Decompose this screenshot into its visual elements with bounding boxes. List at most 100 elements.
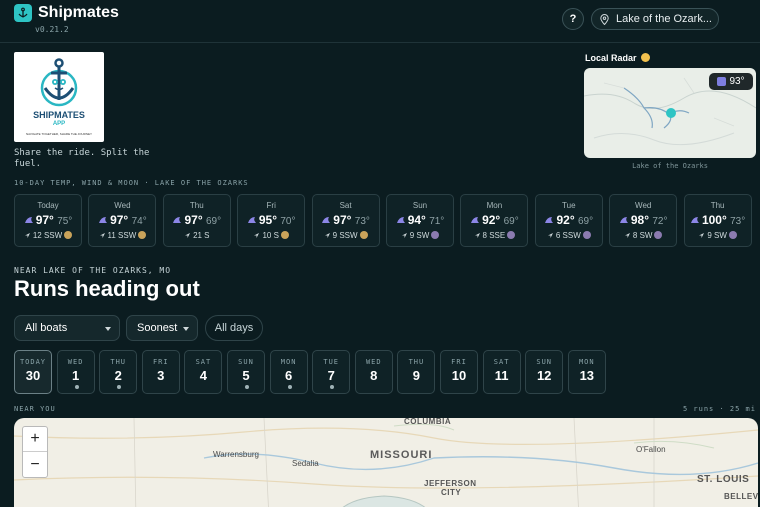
forecast-low: 75° [57, 216, 73, 227]
near-you-label: NEAR YOU [14, 405, 56, 413]
forecast-temps: 92° 69° [536, 213, 602, 227]
moon-phase-icon [431, 231, 440, 239]
runs-heading: Runs heading out [14, 276, 200, 301]
forecast-low: 69° [503, 216, 519, 227]
forecast-day-card[interactable]: Thu 100° 73° 9 SW [683, 194, 752, 247]
forecast-day-card[interactable]: Thu 97° 69° 21 S [162, 194, 231, 247]
date-chip[interactable]: TODAY 30 [14, 350, 52, 394]
wind-direction-icon [624, 232, 631, 239]
date-chip[interactable]: SAT 4 [184, 350, 223, 394]
date-chip[interactable]: SAT 11 [482, 350, 521, 394]
forecast-day-card[interactable]: Fri 95° 70° 10 S [237, 194, 306, 247]
map-label-columbia: COLUMBIA [404, 418, 452, 426]
date-chip[interactable]: WED 8 [354, 350, 393, 394]
date-chip[interactable]: FRI 3 [141, 350, 180, 394]
date-number: 10 [451, 368, 467, 383]
radar-caption: Lake of the Ozarks [632, 162, 708, 170]
date-number: 6 [284, 368, 293, 383]
forecast-low: 70° [280, 216, 296, 227]
weather-icon [396, 214, 406, 224]
date-number: 2 [114, 368, 122, 383]
date-number: 4 [199, 368, 207, 383]
forecast-low: 69° [205, 216, 222, 227]
weather-icon [544, 214, 554, 224]
runs-summary: 5 runs · 25 mi [682, 405, 756, 413]
brand-logo-subtext: APP [52, 121, 66, 127]
map-label-sedalia: Sedalia [292, 459, 319, 468]
forecast-low: 73° [354, 216, 370, 227]
forecast-day-card[interactable]: Sat 97° 73° 9 SSW [311, 194, 380, 247]
forecast-day-card[interactable]: Today 97° 75° 12 SSW [14, 194, 82, 247]
runs-map[interactable]: + − COLUMBIA Warrensburg Sedalia MISSOUR… [14, 418, 758, 507]
boat-filter-dropdown[interactable]: All boats [14, 315, 120, 341]
forecast-high: 95° [258, 213, 278, 227]
brand-logo-text: SHIPMATES [33, 110, 85, 120]
date-number: 8 [370, 368, 378, 383]
weather-icon [619, 214, 629, 224]
forecast-wind: 9 SW [685, 231, 751, 240]
wind-value: 9 SSW [332, 231, 358, 240]
sun-icon [641, 53, 651, 62]
location-label: Lake of the Ozark... [616, 13, 712, 25]
wind-value: 21 S [193, 231, 210, 240]
sort-label: Soonest [137, 322, 178, 334]
sort-dropdown[interactable]: Soonest [126, 315, 198, 341]
app-version: v0.21.2 [35, 25, 69, 34]
boat-filter-label: All boats [25, 322, 68, 334]
date-weekday: WED [67, 358, 84, 366]
zoom-out-button[interactable]: − [23, 452, 47, 477]
runs-indicator-dot [330, 385, 335, 389]
wind-direction-icon [184, 232, 191, 239]
location-pin-icon [600, 13, 609, 25]
wind-value: 8 SW [632, 231, 653, 240]
radar-temp-badge: 93° [709, 73, 753, 90]
forecast-wind: 10 S [238, 231, 304, 240]
map-label-ofallon: O'Fallon [636, 445, 666, 454]
forecast-low: 72° [652, 216, 668, 227]
date-number: 5 [242, 368, 250, 383]
forecast-day-card[interactable]: Wed 98° 72° 8 SW [609, 194, 678, 247]
zoom-in-button[interactable]: + [23, 427, 47, 452]
date-chip[interactable]: FRI 10 [440, 350, 478, 394]
all-days-button[interactable]: All days [205, 315, 263, 341]
date-chip[interactable]: SUN 12 [525, 350, 564, 394]
forecast-day-card[interactable]: Tue 92° 69° 6 SSW [534, 194, 603, 247]
wind-direction-icon [24, 232, 31, 239]
location-selector[interactable]: Lake of the Ozark... [591, 8, 719, 30]
forecast-day-label: Mon [486, 201, 503, 210]
date-chip[interactable]: TUE 7 [312, 350, 351, 394]
forecast-low: 74° [131, 216, 147, 227]
wind-value: 6 SSW [555, 231, 581, 240]
forecast-day-card[interactable]: Wed 97° 74° 11 SSW [88, 194, 157, 247]
moon-phase-icon [359, 231, 368, 239]
radar-map[interactable]: 93° [584, 68, 756, 158]
forecast-wind: 11 SSW [89, 231, 155, 240]
forecast-wind: 21 S [164, 231, 230, 240]
date-chip[interactable]: THU 2 [99, 350, 138, 394]
date-chip[interactable]: WED 1 [56, 350, 95, 394]
forecast-temps: 97° 73° [313, 213, 379, 227]
date-number: 1 [71, 368, 80, 383]
date-number: 13 [579, 368, 595, 383]
forecast-high: 92° [556, 213, 575, 227]
weather-icon [247, 214, 257, 224]
date-chip[interactable]: MON 13 [567, 350, 606, 394]
date-weekday: MON [280, 358, 297, 366]
forecast-day-card[interactable]: Mon 92° 69° 8 SSE [460, 194, 529, 247]
forecast-day-label: Sat [339, 201, 352, 210]
date-chip[interactable]: MON 6 [269, 350, 308, 394]
date-weekday: SAT [195, 358, 212, 366]
help-button[interactable]: ? [562, 8, 584, 30]
forecast-high: 94° [407, 213, 426, 227]
forecast-temps: 98° 72° [610, 213, 676, 227]
date-chip[interactable]: SUN 5 [227, 350, 265, 394]
wind-direction-icon [547, 232, 554, 239]
wind-value: 12 SSW [32, 231, 63, 240]
date-weekday: SUN [536, 358, 553, 366]
forecast-day-card[interactable]: Sun 94° 71° 9 SW [386, 194, 454, 247]
wind-value: 9 SW [409, 231, 430, 240]
weather-icon [24, 214, 34, 224]
moon-phase-icon [654, 231, 663, 239]
date-chip[interactable]: THU 9 [397, 350, 436, 394]
forecast-high: 97° [110, 213, 129, 227]
